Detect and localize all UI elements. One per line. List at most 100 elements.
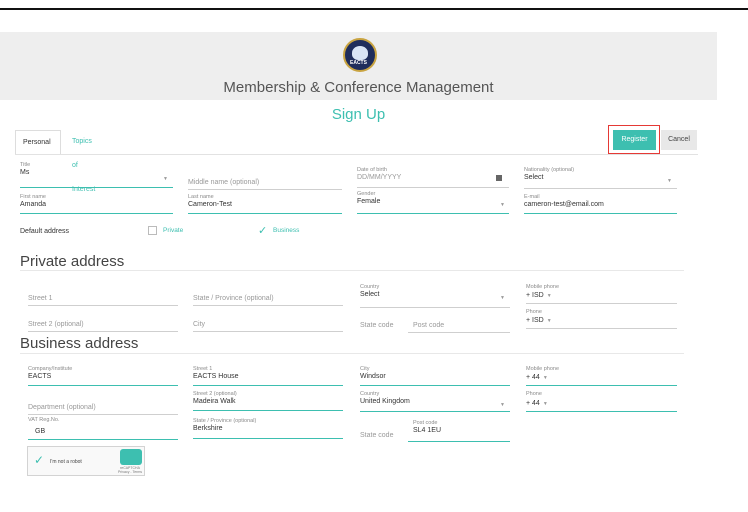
private-city-placeholder: City — [193, 321, 206, 328]
chevron-down-icon: ▼ — [542, 375, 548, 381]
first-name-field[interactable]: First name Amanda — [20, 194, 46, 208]
nationality-label: Nationality (optional) — [524, 167, 575, 173]
recaptcha-terms: Privacy - Terms — [117, 470, 143, 474]
company-field[interactable]: Company/Institute EACTS — [28, 366, 72, 380]
business-state-label: State / Province (optional) — [193, 418, 257, 424]
private-country-underline — [360, 307, 510, 308]
business-mobile-field[interactable]: Mobile phone — [526, 366, 559, 372]
section-divider — [20, 353, 684, 354]
business-state-code-placeholder: State code — [360, 432, 394, 439]
isd-value: + 44 — [526, 374, 540, 381]
department-placeholder: Department (optional) — [28, 404, 96, 411]
cancel-button[interactable]: Cancel — [661, 130, 697, 150]
company-label: Company/Institute — [28, 366, 73, 372]
private-state-field[interactable]: State / Province (optional) — [193, 295, 274, 302]
private-country-value: Select — [360, 291, 380, 298]
private-phone-field[interactable]: Phone — [526, 309, 542, 315]
private-post-code-field[interactable]: Post code — [413, 322, 444, 329]
business-state-underline — [193, 438, 343, 439]
tab-divider — [15, 154, 698, 155]
private-post-code-placeholder: Post code — [413, 322, 445, 329]
middle-name-underline — [188, 189, 342, 190]
business-city-label: City — [360, 366, 370, 372]
business-street1-field[interactable]: Street 1 EACTS House — [193, 366, 239, 380]
lungs-icon — [352, 46, 368, 60]
chevron-down-icon: ▼ — [667, 178, 672, 184]
nationality-field[interactable]: Nationality (optional) Select — [524, 167, 574, 181]
private-state-placeholder: State / Province (optional) — [193, 295, 274, 302]
checkmark-icon[interactable]: ✓ — [34, 453, 44, 467]
private-street1-placeholder: Street 1 — [28, 295, 53, 302]
private-state-code-field[interactable]: State code — [360, 322, 393, 329]
dob-underline — [357, 187, 509, 188]
private-street2-field[interactable]: Street 2 (optional) — [28, 321, 84, 328]
vat-field[interactable]: VAT Reg.No. GB — [28, 417, 60, 435]
private-mobile-label: Mobile phone — [526, 284, 560, 290]
business-option-label: Business — [273, 227, 300, 234]
title-field[interactable]: Title Ms — [20, 162, 30, 176]
plus-sign: + — [526, 292, 531, 299]
business-country-underline — [360, 411, 510, 412]
title-label: Title — [20, 162, 31, 168]
chevron-down-icon: ▼ — [546, 293, 552, 299]
last-name-label: Last name — [188, 194, 214, 200]
dob-field[interactable]: Date of birth DD/MM/YYYY — [357, 167, 401, 181]
register-button[interactable]: Register — [613, 130, 656, 150]
private-phone-isd[interactable]: + ISD ▼ — [526, 317, 552, 324]
calendar-icon[interactable] — [496, 175, 502, 181]
business-phone-isd[interactable]: + 44 ▼ — [526, 400, 548, 407]
gender-label: Gender — [357, 191, 376, 197]
business-street2-value: Madeira Walk — [193, 398, 236, 405]
department-field[interactable]: Department (optional) — [28, 404, 96, 411]
private-street1-field[interactable]: Street 1 — [28, 295, 53, 302]
business-phone-field[interactable]: Phone — [526, 391, 542, 397]
business-city-field[interactable]: City Windsor — [360, 366, 386, 380]
private-phone-underline — [526, 328, 677, 329]
business-mobile-underline — [526, 385, 677, 386]
email-field[interactable]: E-mail cameron-test@email.com — [524, 194, 604, 208]
private-phone-label: Phone — [526, 309, 542, 315]
last-name-field[interactable]: Last name Cameron-Test — [188, 194, 232, 208]
recaptcha-logo-icon — [120, 449, 142, 465]
business-street1-value: EACTS House — [193, 373, 239, 380]
private-city-field[interactable]: City — [193, 321, 205, 328]
private-address-heading: Private address — [20, 253, 125, 270]
private-street2-underline — [28, 331, 178, 332]
top-border — [0, 8, 748, 10]
title-value: Ms — [20, 169, 30, 176]
recaptcha-widget[interactable]: ✓ I'm not a robot reCAPTCHA Privacy - Ter… — [27, 446, 145, 476]
tab-personal[interactable]: Personal — [15, 130, 61, 154]
business-state-code-field[interactable]: State code — [360, 432, 393, 439]
title-underline — [20, 187, 173, 188]
captcha-label: I'm not a robot — [50, 459, 82, 465]
chevron-down-icon: ▼ — [546, 318, 552, 324]
business-city-value: Windsor — [360, 373, 386, 380]
chevron-down-icon: ▼ — [542, 401, 548, 407]
vat-label: VAT Reg.No. — [28, 417, 60, 423]
gender-field[interactable]: Gender Female — [357, 191, 380, 205]
vat-underline — [28, 439, 178, 440]
department-underline — [28, 414, 178, 415]
business-post-code-field[interactable]: Post code SL4 1EU — [413, 420, 441, 434]
business-street2-underline — [193, 410, 343, 411]
business-post-code-label: Post code — [413, 420, 438, 426]
business-address-heading: Business address — [20, 335, 139, 352]
chevron-down-icon: ▼ — [163, 176, 168, 182]
middle-name-field[interactable]: Middle name (optional) — [188, 179, 259, 186]
business-country-field[interactable]: Country United Kingdom — [360, 391, 410, 405]
first-name-label: First name — [20, 194, 46, 200]
tab-topics[interactable]: Topics of Interest — [65, 130, 102, 193]
private-checkbox[interactable] — [148, 226, 157, 235]
company-value: EACTS — [28, 373, 52, 380]
business-street2-field[interactable]: Street 2 (optional) Madeira Walk — [193, 391, 237, 405]
private-street2-placeholder: Street 2 (optional) — [28, 321, 84, 328]
private-mobile-isd[interactable]: + ISD ▼ — [526, 292, 552, 299]
plus-sign: + — [526, 317, 531, 324]
business-street1-label: Street 1 — [193, 366, 213, 372]
private-country-field[interactable]: Country Select — [360, 284, 379, 298]
business-state-field[interactable]: State / Province (optional) Berkshire — [193, 418, 256, 432]
business-mobile-isd[interactable]: + 44 ▼ — [526, 374, 548, 381]
checkmark-icon[interactable]: ✓ — [258, 224, 267, 237]
private-mobile-field[interactable]: Mobile phone — [526, 284, 559, 290]
isd-value: ISD — [532, 292, 544, 299]
